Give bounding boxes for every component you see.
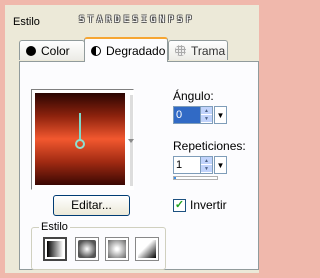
repeats-updown[interactable]: ▲ ▼: [201, 156, 213, 174]
solid-disc-icon: [26, 45, 36, 56]
angle-handle-line: [79, 113, 81, 141]
style-title: Estilo: [13, 16, 40, 28]
style-group-label: Estilo: [39, 221, 70, 233]
tab-trama[interactable]: Trama: [168, 40, 228, 60]
invert-checkbox[interactable]: ✓: [173, 199, 186, 212]
invert-label: Invertir: [190, 198, 227, 212]
tab-trama-label: Trama: [191, 43, 226, 58]
chevron-down-icon: ▼: [216, 110, 225, 120]
angle-label: Ángulo:: [173, 89, 214, 103]
tab-degradado[interactable]: Degradado: [84, 37, 168, 62]
radial-gradient-icon: [138, 240, 156, 258]
angle-up-arrow-icon[interactable]: ▲: [201, 107, 212, 115]
repeats-level-fill: [174, 177, 177, 179]
angle-input[interactable]: [173, 106, 201, 124]
angle-dropdown-button[interactable]: ▼: [214, 106, 227, 124]
angle-updown[interactable]: ▲ ▼: [201, 106, 213, 124]
rectangular-gradient-icon: [78, 240, 96, 258]
angle-spinner: ▲ ▼ ▼: [173, 106, 227, 124]
tab-color-label: Color: [41, 43, 70, 58]
edit-button[interactable]: Editar...: [53, 195, 130, 216]
preview-scroll-track[interactable]: [128, 95, 134, 186]
style-rectangular-button[interactable]: [75, 237, 99, 261]
style-linear-button[interactable]: [43, 237, 67, 261]
gradient-preview[interactable]: [35, 93, 125, 185]
tab-color[interactable]: Color: [19, 40, 85, 60]
chevron-down-icon: ▼: [216, 160, 225, 170]
gradient-preview-frame: [31, 89, 134, 190]
repeats-label: Repeticiones:: [173, 139, 246, 153]
style-sunburst-button[interactable]: [105, 237, 129, 261]
linear-gradient-icon: [47, 241, 63, 257]
tab-degradado-label: Degradado: [106, 43, 166, 58]
style-radial-button[interactable]: [135, 237, 159, 261]
pattern-disc-icon: [175, 45, 186, 56]
angle-handle-knob[interactable]: [75, 139, 85, 149]
repeats-dropdown-button[interactable]: ▼: [214, 156, 227, 174]
half-disc-icon: [91, 45, 101, 56]
watermark-text: STARDESIGNPSP: [79, 15, 195, 25]
repeats-input[interactable]: [173, 156, 201, 174]
repeats-up-arrow-icon[interactable]: ▲: [201, 157, 212, 165]
repeats-level-bar: [173, 176, 218, 180]
sunburst-gradient-icon: [108, 240, 126, 258]
repeats-down-arrow-icon[interactable]: ▼: [201, 165, 212, 173]
repeats-spinner: ▲ ▼ ▼: [173, 156, 227, 174]
angle-down-arrow-icon[interactable]: ▼: [201, 115, 212, 123]
